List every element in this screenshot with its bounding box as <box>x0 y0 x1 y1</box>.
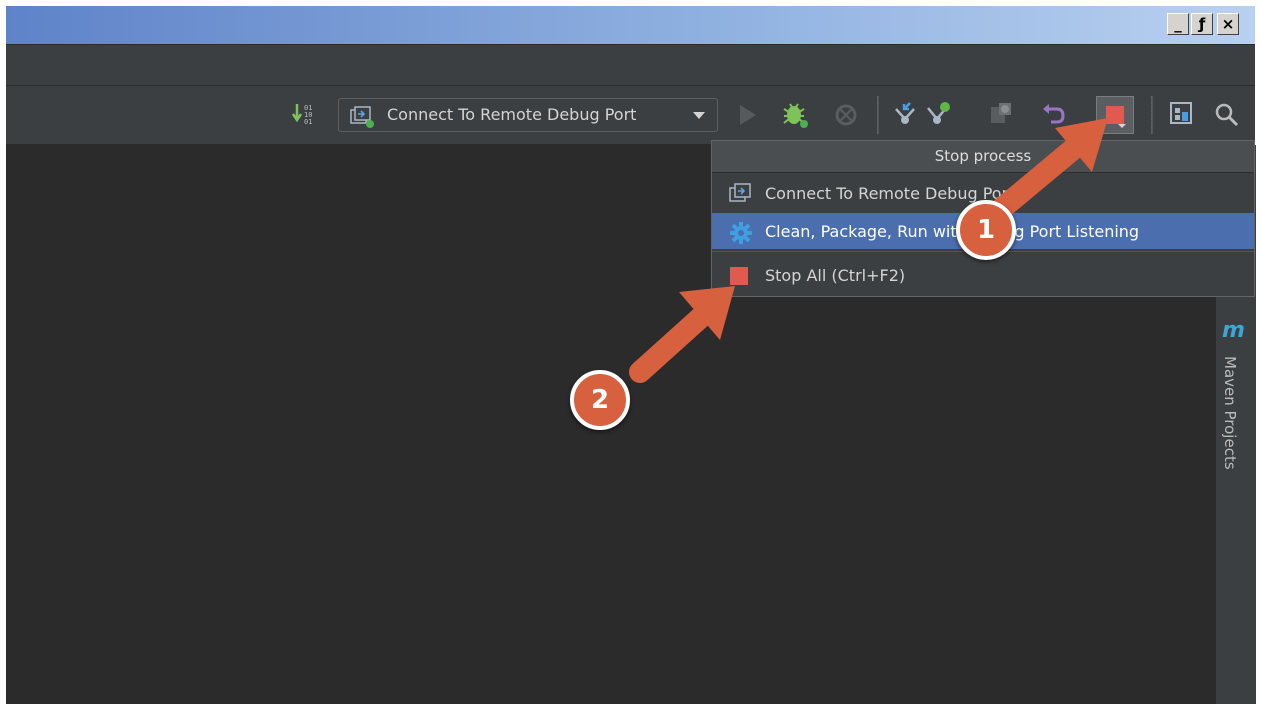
annotation-callout-2: 2 <box>570 370 630 430</box>
annotation-arrow-1 <box>989 118 1108 221</box>
annotation-arrow-2 <box>629 286 735 383</box>
annotation-callout-1: 1 <box>956 200 1016 260</box>
annotation-arrows <box>629 118 1108 383</box>
